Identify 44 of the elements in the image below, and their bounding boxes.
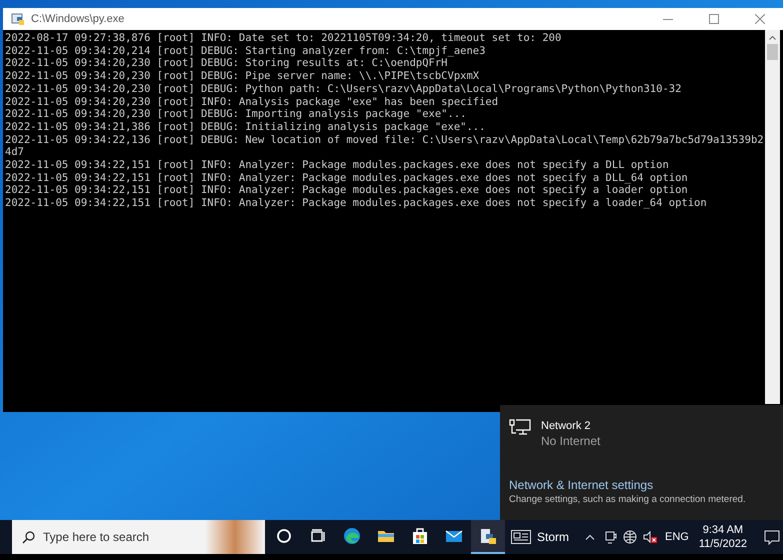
chevron-up-icon[interactable] (585, 534, 596, 540)
network-settings-link[interactable]: Network & Internet settings (509, 478, 774, 493)
log-line: 2022-11-05 09:34:22,136 [root] DEBUG: New location of moved file: C:\Users\razv\AppData\Local\Temp\62b79a7bc5d79a13539b24d7 (5, 134, 765, 160)
scrollbar[interactable] (765, 30, 780, 404)
log-line: 2022-11-05 09:34:21,386 [root] DEBUG: Initializing analysis package "exe"... (5, 120, 486, 134)
search-highlight-drawing (205, 520, 265, 554)
notification-icon[interactable] (764, 530, 780, 544)
log-line: 2022-11-05 09:34:22,151 [root] INFO: Analyzer: Package modules.packages.exe does not specify a loader option (5, 184, 689, 198)
log-line: 2022-08-17 09:27:38,876 [root] INFO: Date set to: 20221105T09:34:20, timeout set to: 200 (5, 32, 562, 45)
news-widget[interactable]: Storm (511, 520, 570, 554)
search-icon (22, 530, 35, 544)
globe-icon[interactable] (623, 530, 638, 544)
minimize-icon (663, 18, 673, 20)
edge-browser-icon (342, 526, 362, 546)
network-name: Network 2 (541, 419, 592, 433)
search-field[interactable]: Type here to search (12, 520, 265, 554)
log-line: 2022-11-05 09:34:20,230 [root] INFO: Analysis package "exe" has been specified (5, 96, 500, 108)
taskbar-app-button[interactable] (471, 520, 505, 554)
search-placeholder: Type here to search (43, 529, 150, 546)
log-line: 2022-11-05 09:34:20,214 [root] DEBUG: Starting analyzer from: C:\tmpjf_aene3 (5, 44, 486, 58)
log-line: 2022-11-05 09:34:20,230 [root] DEBUG: Storing results at: C:\oendpQFrH (5, 57, 449, 70)
log-line: 2022-11-05 09:34:22,151 [root] INFO: Analyzer: Package modules.packages.exe does not specify a DLL_64 option (5, 172, 689, 184)
muted-speaker-icon[interactable] (643, 530, 658, 544)
log-line: 2022-11-05 09:34:20,230 [root] DEBUG: Python path: C:\Users\razv\AppData\Local\Programs\Python\Python310-32 (5, 82, 682, 96)
network-status: No Internet (541, 433, 600, 449)
log-line: 2022-11-05 09:34:22,151 [root] INFO: Analyzer: Package modules.packages.exe does not specify a DLL option (5, 159, 670, 172)
scrollbar-thumb[interactable] (767, 44, 778, 60)
shopping-bag-icon (410, 526, 430, 546)
python-app-icon (478, 526, 498, 546)
log-line: 2022-11-05 09:34:20,230 [root] DEBUG: Pipe server name: \\.\PIPE\tscbCVpxmX (5, 70, 480, 83)
close-icon (755, 14, 765, 24)
log-line: 2022-11-05 09:34:22,151 [root] INFO: Analyzer: Package modules.packages.exe does not specify a loader_64 option (5, 197, 708, 210)
log-line: 2022-11-05 09:34:20,230 [root] DEBUG: Importing analysis package "exe"... (5, 108, 468, 121)
clock[interactable]: 9:34 AM 11/5/2022 (698, 523, 747, 551)
ethernet-icon (509, 419, 531, 437)
language-indicator[interactable]: ENG (665, 528, 689, 546)
scroll-up-icon (769, 36, 776, 40)
cortana-circle-icon (274, 526, 294, 546)
window-title: C:\Windows\py.exe (31, 12, 124, 27)
maximize-icon (709, 14, 719, 24)
python-icon (11, 12, 25, 26)
settings-description: Change settings, such as making a connection metered. (509, 493, 747, 506)
news-icon (511, 530, 531, 544)
camera-icon[interactable] (605, 530, 618, 544)
